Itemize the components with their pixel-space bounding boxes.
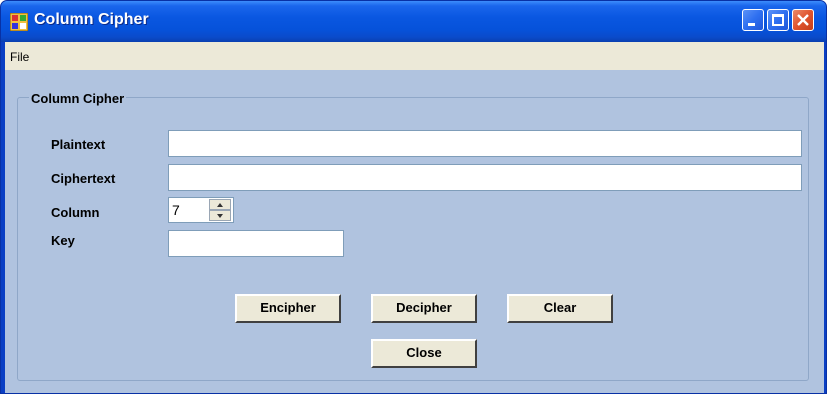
spin-down-arrow-icon[interactable] xyxy=(209,210,231,221)
column-spinner[interactable]: 7 xyxy=(168,197,234,223)
menu-file[interactable]: File xyxy=(10,50,29,64)
plaintext-input[interactable] xyxy=(168,130,802,157)
spin-up-arrow-icon[interactable] xyxy=(209,199,231,210)
ciphertext-input[interactable] xyxy=(168,164,802,191)
close-button[interactable]: Close xyxy=(371,339,477,368)
close-window-button[interactable] xyxy=(792,9,814,31)
maximize-button[interactable] xyxy=(767,9,789,31)
clear-button[interactable]: Clear xyxy=(507,294,613,323)
app-window-icon xyxy=(10,13,28,31)
plaintext-label: Plaintext xyxy=(51,137,106,152)
column-label: Column xyxy=(51,205,100,220)
minimize-icon xyxy=(748,23,755,26)
key-label: Key xyxy=(51,233,75,248)
groupbox-title: Column Cipher xyxy=(29,91,127,106)
ciphertext-label: Ciphertext xyxy=(51,171,116,186)
close-icon xyxy=(797,14,809,26)
encipher-button[interactable]: Encipher xyxy=(235,294,341,323)
minimize-button[interactable] xyxy=(742,9,764,31)
application-window: Column Cipher File Column Cipher Plainte… xyxy=(0,0,827,394)
client-area: Column Cipher Plaintext Ciphertext Colum… xyxy=(5,70,826,393)
spinner-buttons xyxy=(209,199,231,221)
menu-bar: File xyxy=(5,42,826,70)
maximize-icon xyxy=(772,14,784,26)
key-input[interactable] xyxy=(168,230,344,257)
title-bar[interactable]: Column Cipher xyxy=(1,1,826,42)
window-title: Column Cipher xyxy=(34,11,149,28)
column-value[interactable]: 7 xyxy=(172,202,180,218)
decipher-button[interactable]: Decipher xyxy=(371,294,477,323)
